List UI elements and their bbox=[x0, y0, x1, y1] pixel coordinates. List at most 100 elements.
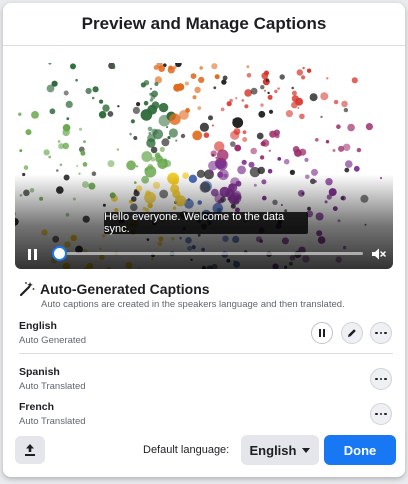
dialog-header: Preview and Manage Captions bbox=[3, 3, 405, 46]
artwork-dot bbox=[326, 77, 329, 80]
artwork-dot bbox=[347, 123, 355, 132]
artwork-dot bbox=[296, 69, 303, 76]
seek-bar[interactable] bbox=[53, 252, 363, 255]
artwork-dot bbox=[141, 151, 153, 162]
artwork-dot bbox=[215, 156, 218, 159]
artwork-dot bbox=[291, 90, 297, 96]
artwork-dot bbox=[158, 65, 166, 72]
pause-caption-button[interactable] bbox=[311, 322, 333, 344]
artwork-dot bbox=[62, 124, 71, 132]
spanish-more-button[interactable] bbox=[370, 368, 392, 390]
artwork-dot bbox=[242, 130, 247, 135]
artwork-dot bbox=[192, 130, 203, 141]
default-language-value: English bbox=[249, 442, 297, 458]
artwork-dot bbox=[190, 73, 197, 79]
artwork-dot bbox=[241, 99, 245, 102]
language-status: Auto Translated bbox=[19, 416, 86, 427]
artwork-dot bbox=[192, 95, 197, 100]
artwork-dot bbox=[59, 163, 63, 167]
artwork-dot bbox=[198, 76, 205, 83]
artwork-dot bbox=[230, 141, 236, 147]
auto-captions-header: Auto-Generated Captions bbox=[19, 281, 210, 297]
artwork-dot bbox=[208, 160, 218, 171]
video-pause-button[interactable] bbox=[25, 246, 39, 262]
default-language-select[interactable]: English bbox=[241, 435, 319, 465]
artwork-dot bbox=[267, 91, 270, 95]
artwork-dot bbox=[246, 73, 252, 78]
caption-overlay: Hello everyone. Welcome to the data sync… bbox=[104, 211, 308, 235]
artwork-dot bbox=[132, 106, 140, 114]
artwork-dot bbox=[135, 165, 139, 168]
video-player[interactable]: Hello everyone. Welcome to the data sync… bbox=[15, 63, 393, 269]
artwork-dot bbox=[258, 110, 266, 118]
artwork-dot bbox=[268, 149, 271, 152]
artwork-dot bbox=[250, 147, 257, 155]
artwork-dot bbox=[214, 74, 220, 80]
auto-captions-description: Auto captions are created in the speaker… bbox=[41, 299, 345, 310]
artwork-dot bbox=[208, 115, 213, 121]
artwork-dot bbox=[365, 123, 373, 131]
english-more-button[interactable] bbox=[370, 322, 392, 344]
mute-icon[interactable] bbox=[370, 245, 388, 263]
artwork-dot bbox=[220, 107, 225, 112]
artwork-dot bbox=[149, 98, 153, 102]
artwork-dot bbox=[57, 140, 61, 143]
magic-wand-icon bbox=[19, 282, 35, 297]
language-name: English bbox=[19, 320, 57, 332]
artwork-dot bbox=[180, 133, 186, 139]
artwork-dot bbox=[221, 79, 227, 85]
artwork-dot bbox=[126, 160, 136, 171]
artwork-dot bbox=[241, 159, 247, 165]
artwork-dot bbox=[273, 129, 280, 136]
artwork-dot bbox=[31, 111, 39, 119]
artwork-dot bbox=[199, 66, 203, 70]
artwork-dot bbox=[130, 119, 135, 124]
artwork-dot bbox=[259, 155, 265, 160]
artwork-dot bbox=[102, 104, 110, 112]
artwork-dot bbox=[320, 115, 323, 119]
artwork-dot bbox=[92, 86, 99, 93]
french-more-button[interactable] bbox=[370, 403, 392, 425]
artwork-dot bbox=[203, 132, 210, 138]
artwork-dot bbox=[244, 104, 249, 109]
artwork-dot bbox=[315, 138, 319, 142]
language-row-english: English Auto Generated bbox=[19, 320, 395, 354]
artwork-dot bbox=[166, 126, 169, 129]
artwork-dot bbox=[235, 97, 238, 100]
artwork-dot bbox=[70, 63, 76, 70]
artwork-dot bbox=[260, 103, 264, 107]
artwork-dot bbox=[49, 108, 56, 115]
upload-button[interactable] bbox=[15, 436, 45, 464]
artwork-dot bbox=[338, 145, 345, 152]
language-row-spanish: Spanish Auto Translated bbox=[19, 366, 395, 400]
more-icon bbox=[374, 377, 388, 381]
artwork-dot bbox=[261, 139, 270, 147]
artwork-dot bbox=[333, 99, 339, 105]
artwork-dot bbox=[336, 124, 341, 129]
artwork-dot bbox=[151, 101, 160, 110]
pause-icon bbox=[318, 324, 326, 342]
artwork-dot bbox=[107, 111, 114, 117]
artwork-dot bbox=[332, 149, 336, 152]
artwork-dot bbox=[56, 169, 59, 172]
artwork-dot bbox=[320, 92, 329, 101]
artwork-dot bbox=[143, 100, 149, 106]
artwork-dot bbox=[99, 99, 104, 104]
artwork-dot bbox=[85, 87, 92, 95]
artwork-dot bbox=[343, 143, 351, 151]
artwork-dot bbox=[75, 78, 78, 82]
artwork-dot bbox=[356, 147, 362, 153]
artwork-dot bbox=[263, 89, 266, 92]
artwork-dot bbox=[345, 160, 353, 168]
artwork-dot bbox=[229, 98, 233, 103]
artwork-dot bbox=[277, 87, 280, 90]
artwork-dot bbox=[291, 101, 298, 109]
artwork-dot bbox=[175, 139, 178, 142]
done-button[interactable]: Done bbox=[324, 435, 396, 465]
artwork-dot bbox=[147, 163, 154, 170]
edit-caption-button[interactable] bbox=[341, 322, 363, 344]
artwork-dot bbox=[325, 140, 330, 144]
artwork-dot bbox=[43, 149, 50, 156]
artwork-dot bbox=[291, 95, 299, 103]
pause-icon bbox=[27, 248, 31, 260]
